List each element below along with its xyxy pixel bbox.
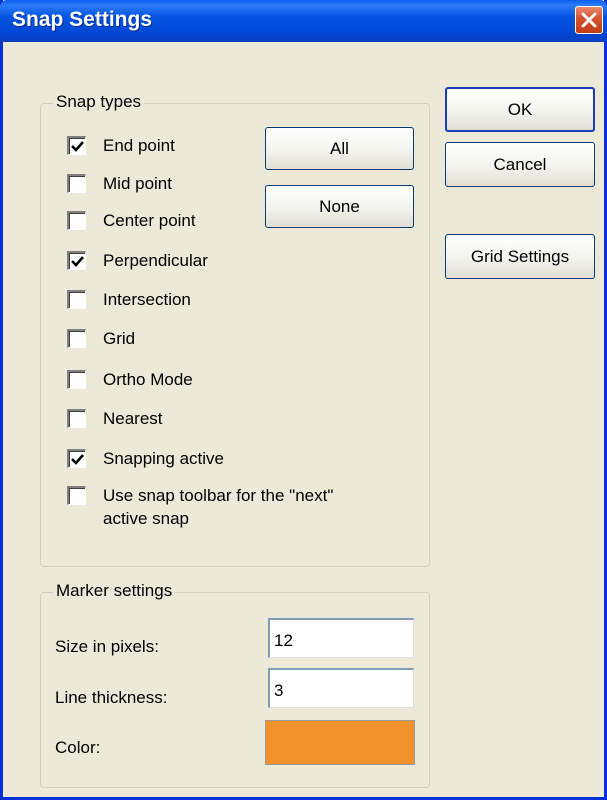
checkbox-label: Perpendicular [103, 251, 208, 270]
snap-settings-dialog: Snap Settings Snap types End point Mid p… [0, 0, 607, 800]
checkbox-box[interactable] [67, 211, 86, 230]
checkbox-label: Intersection [103, 290, 191, 309]
checkbox-box[interactable] [67, 409, 86, 428]
cancel-button[interactable]: Cancel [445, 142, 595, 187]
checkbox-label: Use snap toolbar for the "next" [103, 486, 334, 505]
checkbox-box[interactable] [67, 486, 86, 505]
color-swatch[interactable] [265, 720, 415, 765]
grid-settings-button[interactable]: Grid Settings [445, 234, 595, 279]
checkbox-label: End point [103, 136, 175, 155]
checkbox-box[interactable] [67, 251, 86, 270]
checkbox-box[interactable] [67, 174, 86, 193]
close-button[interactable] [575, 6, 603, 34]
checkmark-icon [71, 256, 84, 267]
checkbox-box[interactable] [67, 449, 86, 468]
line-thickness-input[interactable] [268, 668, 414, 708]
marker-settings-legend: Marker settings [53, 581, 176, 601]
checkbox-label: Nearest [103, 409, 163, 428]
checkbox-box[interactable] [67, 136, 86, 155]
checkbox-label: Mid point [103, 174, 172, 193]
all-button[interactable]: All [265, 127, 414, 170]
close-icon [581, 12, 597, 28]
none-button[interactable]: None [265, 185, 414, 228]
title-bar: Snap Settings [0, 0, 607, 42]
checkbox-label: Grid [103, 329, 136, 348]
checkbox-label-line2: active snap [103, 509, 189, 528]
ok-button[interactable]: OK [445, 87, 595, 132]
line-thickness-label: Line thickness: [55, 688, 168, 707]
checkbox-label: Snapping active [103, 449, 224, 468]
color-label: Color: [55, 738, 101, 757]
size-input[interactable] [268, 618, 414, 658]
dialog-title: Snap Settings [12, 8, 153, 31]
checkbox-box[interactable] [67, 329, 86, 348]
checkbox-box[interactable] [67, 290, 86, 309]
snap-types-legend: Snap types [53, 92, 145, 112]
checkbox-label: Center point [103, 211, 196, 230]
checkbox-box[interactable] [67, 370, 86, 389]
checkbox-label: Ortho Mode [103, 370, 193, 389]
checkmark-icon [71, 141, 84, 152]
checkmark-icon [71, 454, 84, 465]
size-label: Size in pixels: [55, 637, 159, 656]
